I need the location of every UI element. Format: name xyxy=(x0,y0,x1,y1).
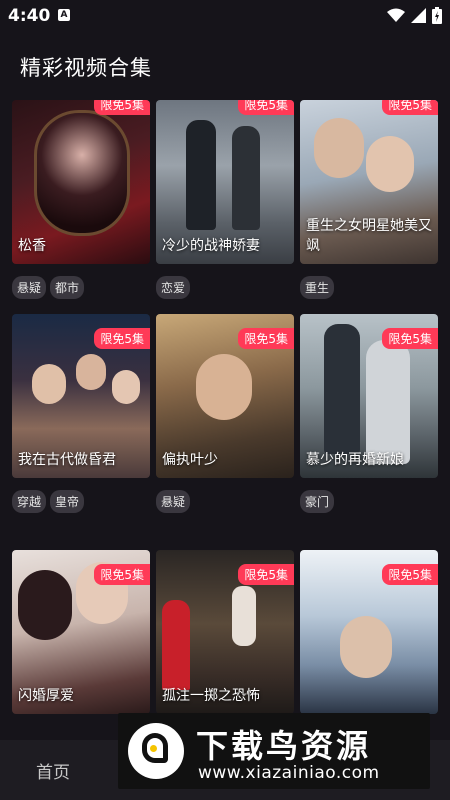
video-title: 闪婚厚爱 xyxy=(18,688,74,704)
free-episodes-badge: 限免5集 xyxy=(238,328,294,349)
tag[interactable]: 穿越 xyxy=(12,490,47,513)
tag-list: 悬疑 都市 xyxy=(12,276,85,299)
watermark-overlay: 下载鸟资源 www.xiazainiao.com xyxy=(118,713,430,789)
tag[interactable]: 都市 xyxy=(50,276,85,299)
tag[interactable]: 皇帝 xyxy=(50,490,85,513)
tag-list: 悬疑 xyxy=(156,490,191,513)
video-thumbnail[interactable]: 限免5集 偏执叶少 xyxy=(156,314,294,478)
video-title: 冷少的战神娇妻 xyxy=(162,238,260,254)
nav-home-tab[interactable]: 首页 xyxy=(36,758,70,783)
video-thumbnail[interactable]: 限免5集 松香 xyxy=(12,100,150,264)
free-episodes-badge: 限免5集 xyxy=(238,564,294,585)
status-time: 4:40 xyxy=(8,6,51,26)
signal-icon xyxy=(411,8,426,23)
tag-list: 穿越 皇帝 xyxy=(12,490,85,513)
video-title: 重生之女明星她美又飒 xyxy=(306,218,432,254)
tag-list: 恋爱 xyxy=(156,276,191,299)
video-title: 我在古代做昏君 xyxy=(18,452,116,468)
video-title: 孤注一掷之恐怖 xyxy=(162,688,260,704)
video-title: 松香 xyxy=(18,238,46,254)
video-thumbnail[interactable]: 限免5集 我在古代做昏君 xyxy=(12,314,150,478)
free-episodes-badge: 限免5集 xyxy=(238,100,294,115)
tag[interactable]: 悬疑 xyxy=(156,490,191,513)
free-episodes-badge: 限免5集 xyxy=(382,328,438,349)
free-episodes-badge: 限免5集 xyxy=(94,564,150,585)
video-title: 偏执叶少 xyxy=(162,452,218,468)
page-title: 精彩视频合集 xyxy=(20,56,152,80)
tag-list: 重生 xyxy=(300,276,335,299)
video-thumbnail[interactable]: 限免5集 xyxy=(300,550,438,714)
video-thumbnail[interactable]: 限免5集 重生之女明星她美又飒 xyxy=(300,100,438,264)
video-thumbnail[interactable]: 限免5集 孤注一掷之恐怖 xyxy=(156,550,294,714)
free-episodes-badge: 限免5集 xyxy=(94,100,150,115)
app-notification-icon: A xyxy=(58,9,70,21)
status-bar: 4:40 A xyxy=(0,0,450,32)
free-episodes-badge: 限免5集 xyxy=(382,564,438,585)
video-thumbnail[interactable]: 限免5集 慕少的再婚新娘 xyxy=(300,314,438,478)
tag[interactable]: 豪门 xyxy=(300,490,335,513)
tag[interactable]: 重生 xyxy=(300,276,335,299)
watermark-url: www.xiazainiao.com xyxy=(198,763,380,783)
free-episodes-badge: 限免5集 xyxy=(94,328,150,349)
wifi-icon xyxy=(387,8,405,22)
tag[interactable]: 恋爱 xyxy=(156,276,191,299)
video-thumbnail[interactable]: 限免5集 闪婚厚爱 xyxy=(12,550,150,714)
bird-logo-icon xyxy=(128,723,184,779)
status-icons xyxy=(387,7,442,24)
free-episodes-badge: 限免5集 xyxy=(382,100,438,115)
watermark-brand: 下载鸟资源 xyxy=(196,727,372,765)
video-grid: 限免5集 松香 悬疑 都市 限免5集 冷少的战神娇妻 恋爱 限免5集 重生之女明… xyxy=(12,100,438,800)
video-title: 慕少的再婚新娘 xyxy=(306,452,404,468)
video-thumbnail[interactable]: 限免5集 冷少的战神娇妻 xyxy=(156,100,294,264)
tag[interactable]: 悬疑 xyxy=(12,276,47,299)
battery-icon xyxy=(432,7,442,24)
tag-list: 豪门 xyxy=(300,490,335,513)
